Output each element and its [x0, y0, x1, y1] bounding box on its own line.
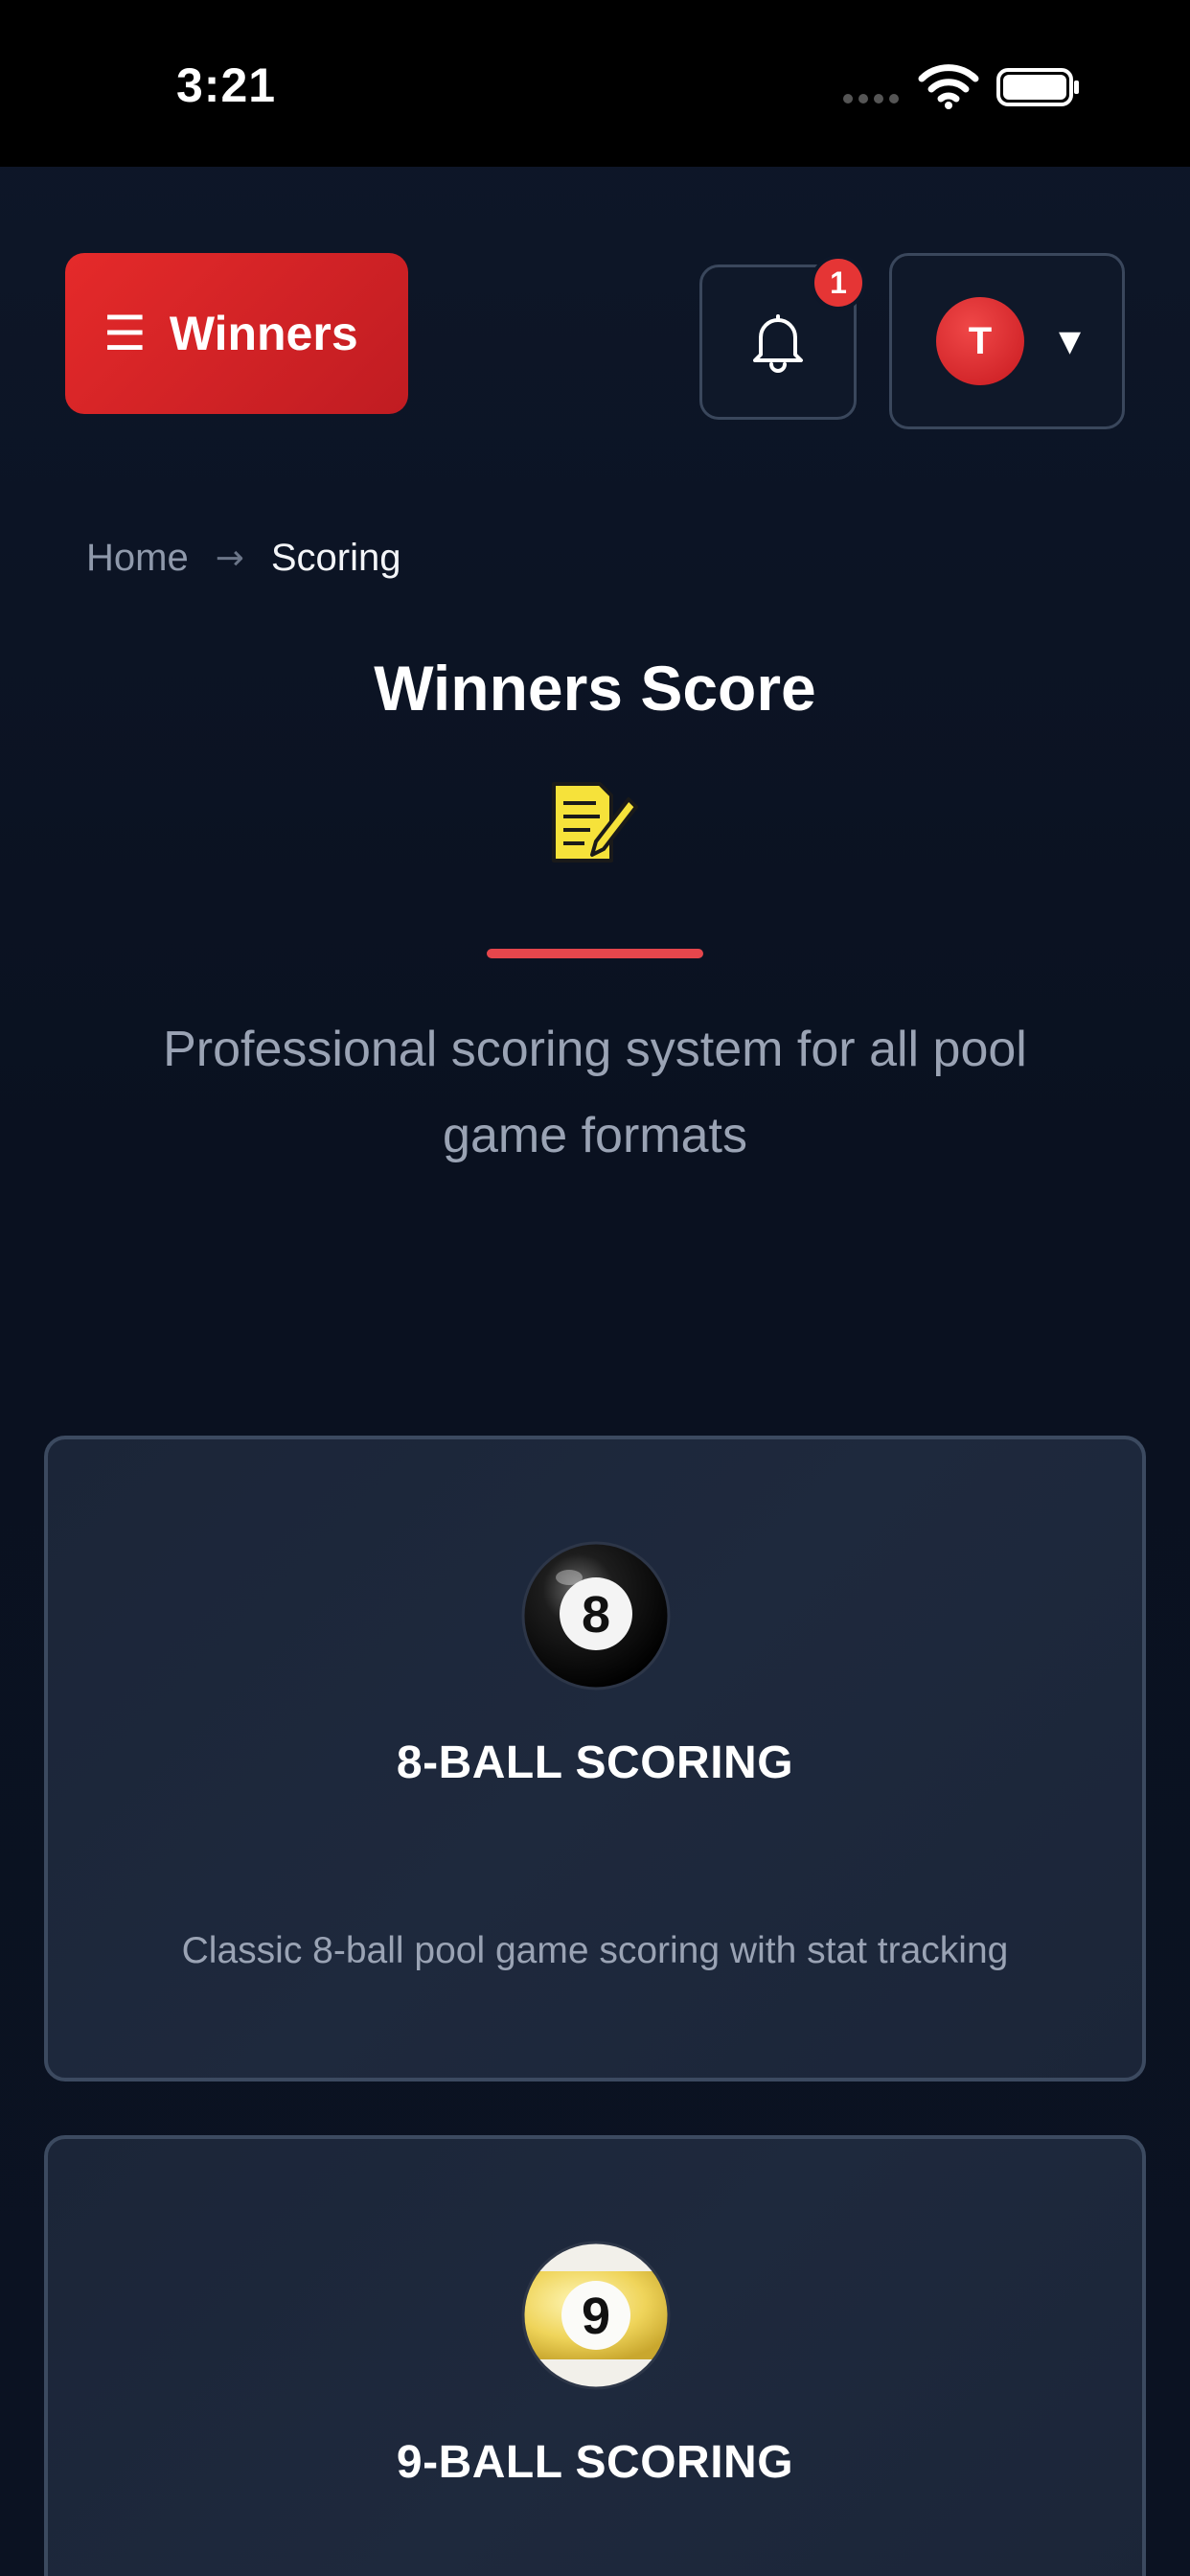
- hamburger-menu-icon: ☰: [103, 306, 147, 361]
- card-title: 9-BALL SCORING: [396, 2437, 794, 2488]
- scoring-screen: 3:21 ☰ Winners 1 T ▼ Home → Scoring Winn…: [0, 0, 1190, 2576]
- page-title: Winners Score: [374, 653, 816, 724]
- nine-ball-icon: 9: [521, 2241, 671, 2390]
- nine-ball-scoring-card[interactable]: 9 9-BALL SCORING: [44, 2135, 1146, 2576]
- breadcrumb-home-link[interactable]: Home: [86, 537, 189, 580]
- eight-ball-scoring-card[interactable]: 8 8-BALL SCORING Classic 8-ball pool gam…: [44, 1436, 1146, 2082]
- breadcrumb-current: Scoring: [270, 537, 401, 579]
- status-time: 3:21: [176, 58, 277, 112]
- wifi-icon: [918, 64, 979, 109]
- notification-count-badge: 1: [811, 255, 866, 310]
- eight-ball-icon: 8: [521, 1541, 671, 1690]
- svg-text:9: 9: [582, 2288, 610, 2345]
- breadcrumb-arrow-icon: →: [215, 539, 244, 578]
- menu-button[interactable]: ☰ Winners: [65, 253, 408, 414]
- bell-icon: [753, 314, 803, 373]
- page-subtitle: Professional scoring system for all pool…: [163, 1022, 1027, 1163]
- svg-text:8: 8: [582, 1586, 610, 1644]
- scoresheet-icon: [552, 782, 638, 862]
- caret-down-icon: ▼: [1059, 324, 1082, 358]
- breadcrumb: Home → Scoring: [86, 537, 401, 580]
- menu-label: Winners: [169, 307, 358, 360]
- title-underline: [487, 949, 703, 958]
- battery-icon: [996, 68, 1079, 106]
- card-title: 8-BALL SCORING: [396, 1737, 794, 1788]
- status-bar: 3:21: [0, 0, 1190, 167]
- cellular-signal-icon: [843, 94, 899, 104]
- account-menu-button[interactable]: T ▼: [889, 253, 1125, 429]
- avatar: T: [936, 297, 1024, 385]
- card-description: Classic 8-ball pool game scoring with st…: [181, 1930, 1009, 1971]
